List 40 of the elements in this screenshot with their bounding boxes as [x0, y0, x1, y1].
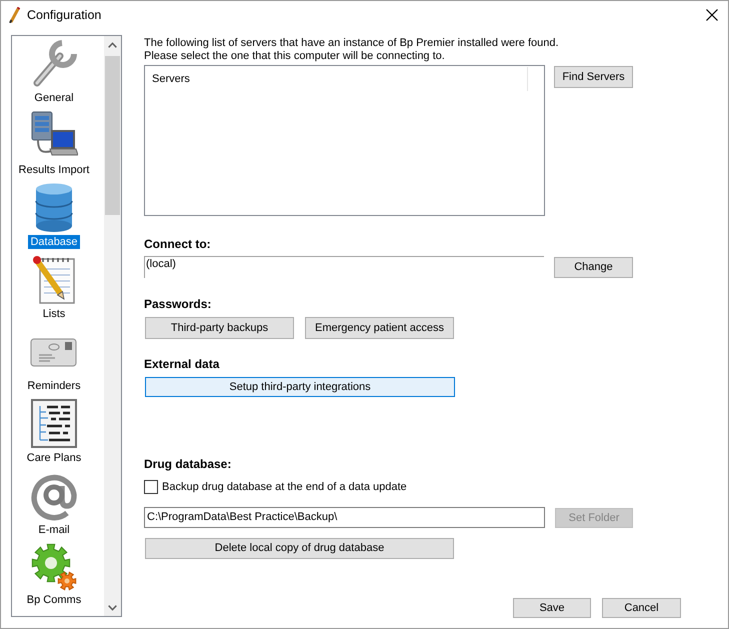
scroll-up-icon[interactable]	[108, 42, 117, 48]
sidebar-label[interactable]: Lists	[40, 307, 68, 321]
window-title: Configuration	[27, 8, 102, 22]
wrench-icon	[31, 39, 77, 89]
sidebar-label[interactable]: Reminders	[25, 379, 83, 393]
sidebar-label[interactable]: Bp Comms	[24, 593, 84, 607]
servers-list[interactable]: Servers	[144, 65, 545, 216]
find-servers-button[interactable]: Find Servers	[554, 66, 633, 88]
integrations-button[interactable]: Setup third-party integrations	[145, 377, 455, 397]
backup-folder-field[interactable]: C:\ProgramData\Best Practice\Backup\	[144, 507, 545, 528]
drug-database-heading: Drug database:	[144, 457, 232, 471]
scrollbar-thumb[interactable]	[105, 56, 120, 215]
sidebar-label[interactable]: Database	[28, 235, 80, 249]
intro-text: The following list of servers that have an instance of Bp Premier installed were found.	[144, 37, 559, 50]
external-data-heading: External data	[144, 357, 220, 371]
third-party-backups-button[interactable]: Third-party backups	[145, 317, 294, 339]
intro-text: Please select the one that this computer will be connecting to.	[144, 50, 445, 63]
close-icon[interactable]	[706, 8, 718, 20]
delete-drug-database-button[interactable]: Delete local copy of drug database	[145, 538, 454, 559]
sidebar-label[interactable]: Results Import	[16, 163, 92, 177]
backup-checkbox[interactable]	[144, 480, 158, 494]
connect-to-label: Connect to:	[144, 237, 211, 251]
change-button[interactable]: Change	[554, 257, 633, 278]
pencil-icon	[9, 6, 20, 22]
column-header[interactable]: Servers	[145, 67, 528, 91]
sidebar-label[interactable]: E-mail	[36, 523, 72, 537]
passwords-heading: Passwords:	[144, 297, 212, 311]
cancel-button[interactable]: Cancel	[602, 598, 681, 618]
save-button[interactable]: Save	[513, 598, 591, 618]
scrollbar[interactable]	[104, 36, 121, 616]
scroll-down-icon[interactable]	[108, 604, 117, 610]
connect-to-field[interactable]: (local)	[144, 256, 544, 278]
emergency-access-button[interactable]: Emergency patient access	[305, 317, 454, 339]
sidebar-label[interactable]: Care Plans	[24, 451, 84, 465]
gears-icon	[31, 543, 77, 591]
sidebar-label[interactable]: General	[32, 91, 76, 105]
database-icon	[35, 183, 73, 233]
notepad-pencil-icon	[32, 255, 76, 305]
backup-checkbox-label[interactable]: Backup drug database at the end of a data update	[162, 480, 407, 494]
document-tree-icon	[30, 399, 78, 449]
